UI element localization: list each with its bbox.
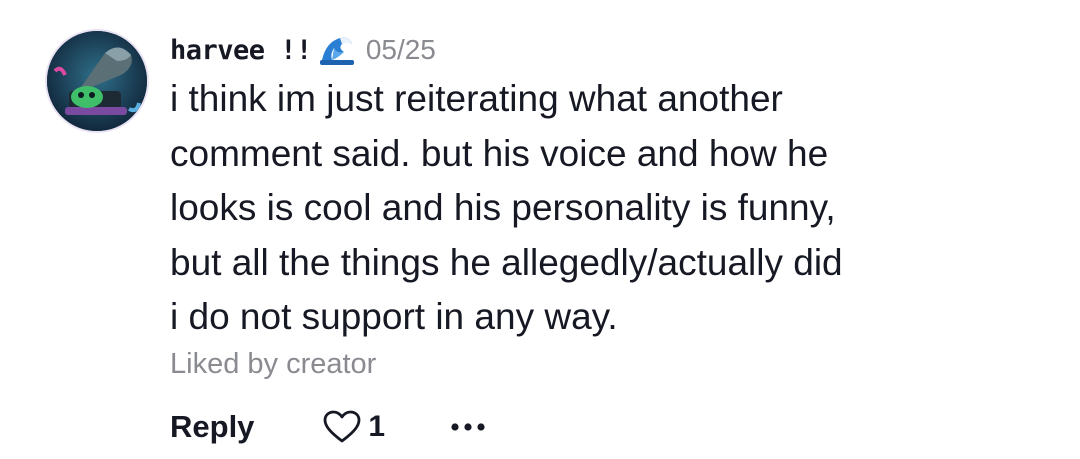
comment-text-line: but all the things he allegedly/actually… [170, 241, 843, 283]
comment-item: harvee !! 05/25 i think im just reiterat… [0, 0, 1080, 459]
heart-icon [324, 410, 361, 443]
comment-actions: Reply 1 [170, 400, 489, 454]
comment-text-line: comment said. but his voice and how he [170, 132, 829, 174]
like-count: 1 [368, 410, 386, 443]
comment-header: harvee !! 05/25 [170, 30, 436, 70]
comment-text-line: i do not support in any way. [170, 296, 618, 337]
more-options-icon[interactable] [449, 417, 489, 437]
reply-button[interactable]: Reply [170, 409, 254, 445]
comment-text-line: looks is cool and his personality is fun… [170, 187, 836, 228]
comment-text: i think im just reiterating what another… [170, 72, 1050, 345]
liked-by-creator-label: Liked by creator [170, 348, 377, 380]
wave-icon [319, 34, 354, 66]
comment-text-line: i think im just reiterating what another [170, 78, 783, 119]
username[interactable]: harvee !! [170, 35, 312, 66]
avatar[interactable] [47, 31, 147, 131]
avatar-image [47, 31, 147, 131]
comment-date: 05/25 [365, 34, 436, 65]
like-button[interactable]: 1 [322, 409, 385, 445]
